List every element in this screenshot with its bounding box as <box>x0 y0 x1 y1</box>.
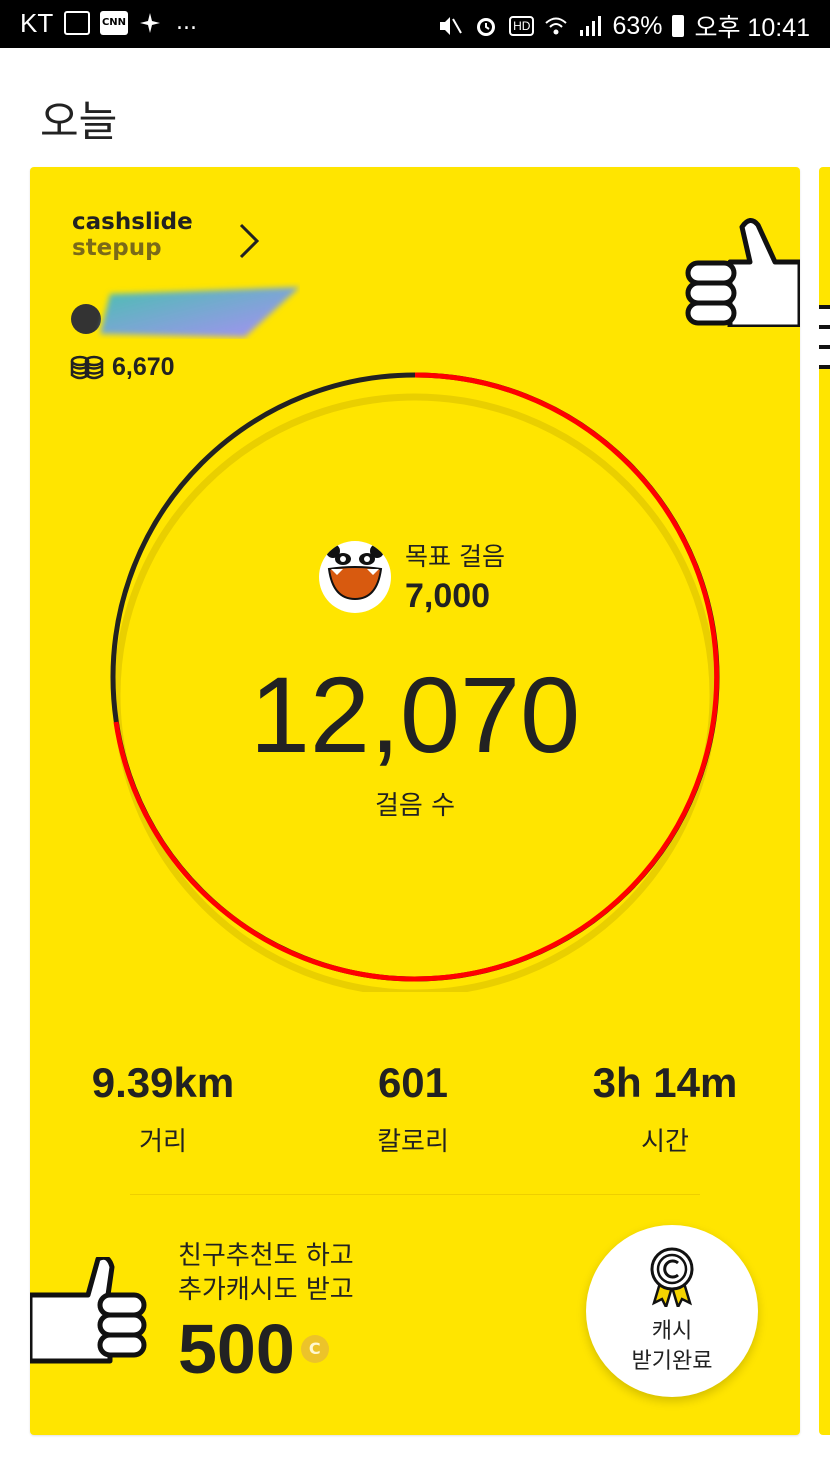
clock: 오후 10:41 <box>694 14 810 42</box>
referral-promo[interactable]: 친구추천도 하고 추가캐시도 받고 500 C <box>178 1239 354 1387</box>
panda-icon <box>319 540 391 613</box>
gallery-icon <box>64 10 90 35</box>
divider <box>130 1194 700 1195</box>
stat-value: 601 <box>377 1059 449 1106</box>
brand-logo[interactable]: cashslide stepup <box>72 209 193 261</box>
status-bar: KT CNN ... HD 63% 오후 10:41 <box>0 0 830 48</box>
cash-button-line-1: 캐시 <box>651 1319 693 1344</box>
stat-label: 칼로리 <box>377 1127 449 1157</box>
system-icons: HD 63% 오후 10:41 <box>437 8 810 44</box>
hd-icon: HD <box>509 16 535 36</box>
stat-label: 거리 <box>139 1127 187 1157</box>
step-count: 12,070 <box>249 654 581 775</box>
wifi-icon <box>545 17 568 35</box>
stat-value: 9.39km <box>91 1059 235 1106</box>
goal-box: 목표 걸음 7,000 <box>319 537 505 616</box>
thumbs-up-icon <box>819 305 830 369</box>
brand-line-2: stepup <box>72 235 162 261</box>
page-title: 오늘 <box>40 97 118 146</box>
carrier-name: KT <box>20 8 54 38</box>
user-profile-blurred <box>71 287 300 337</box>
mute-icon <box>440 17 462 35</box>
notification-icons: CNN ... <box>64 10 197 35</box>
cash-coin-icon: C <box>300 1335 329 1363</box>
goal-value: 7,000 <box>405 577 491 615</box>
promo-amount: 500 <box>178 1310 295 1388</box>
brand-line-1: cashslide <box>72 209 193 235</box>
battery-icon <box>672 15 685 37</box>
promo-line-2: 추가캐시도 받고 <box>178 1275 354 1305</box>
stat-distance: 9.39km 거리 <box>38 1059 288 1158</box>
step-count-label: 걸음 수 <box>374 791 456 821</box>
cash-button-line-2: 받기완료 <box>631 1349 713 1374</box>
stat-label: 시간 <box>641 1127 689 1157</box>
coin-stack-icon <box>70 355 104 379</box>
step-card[interactable]: cashslide stepup 6,670 목표 걸음 7,000 12,07… <box>30 167 800 1435</box>
more-notifications: ... <box>176 10 197 35</box>
medal-icon <box>650 1247 694 1307</box>
promo-line-1: 친구추천도 하고 <box>178 1241 354 1271</box>
chevron-right-icon[interactable] <box>235 221 261 261</box>
pinwheel-icon <box>140 12 160 33</box>
thumbs-up-icon <box>685 218 800 327</box>
stat-time: 3h 14m 시간 <box>540 1059 790 1158</box>
battery-percent: 63% <box>612 11 663 40</box>
stat-value: 3h 14m <box>592 1059 738 1106</box>
thumbs-up-icon <box>30 1257 147 1364</box>
cnn-icon: CNN <box>100 10 128 35</box>
next-card-peek[interactable] <box>819 167 830 1435</box>
goal-label: 목표 걸음 <box>405 542 505 571</box>
cash-collected-button[interactable]: 캐시 받기완료 <box>586 1225 758 1397</box>
signal-icon <box>580 16 602 36</box>
stat-calories: 601 칼로리 <box>288 1059 538 1158</box>
alarm-icon <box>477 18 496 36</box>
